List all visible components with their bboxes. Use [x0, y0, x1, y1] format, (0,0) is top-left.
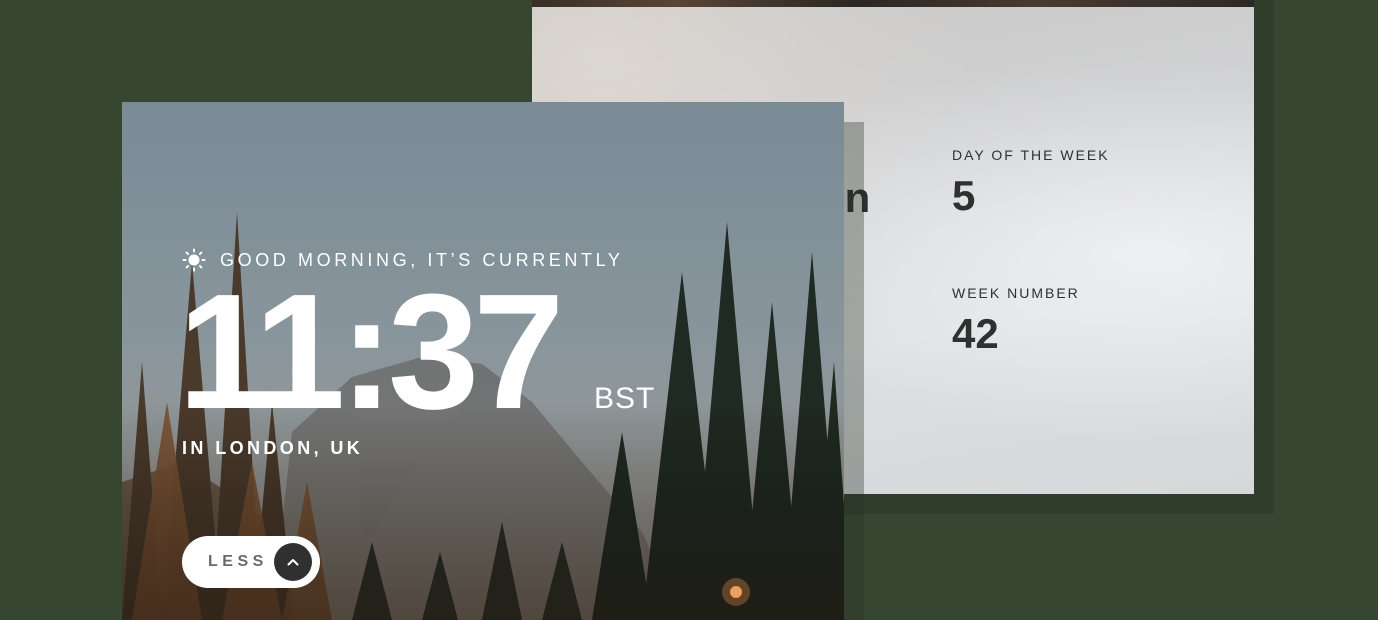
background-photo-strip — [532, 0, 1254, 7]
app-stage: on DAY OF THE WEEK 5 WEEK NUMBER 42 GOOD… — [0, 0, 1378, 620]
timezone-abbreviation: BST — [594, 382, 656, 415]
day-of-week-value: 5 — [952, 172, 976, 219]
toggle-button-label: LESS — [208, 553, 268, 570]
day-of-week-label: DAY OF THE WEEK — [952, 147, 1110, 163]
week-number-value: 42 — [952, 310, 999, 357]
week-number-label: WEEK NUMBER — [952, 285, 1080, 301]
front-card-shadow — [844, 122, 864, 620]
current-time: 11:37 — [178, 260, 564, 443]
less-toggle-button[interactable]: LESS — [182, 536, 320, 588]
location-text: IN LONDON, UK — [182, 438, 364, 458]
chevron-up-icon — [274, 543, 312, 581]
clock-card: GOOD MORNING, IT’S CURRENTLY 11:37 BST I… — [122, 102, 844, 620]
